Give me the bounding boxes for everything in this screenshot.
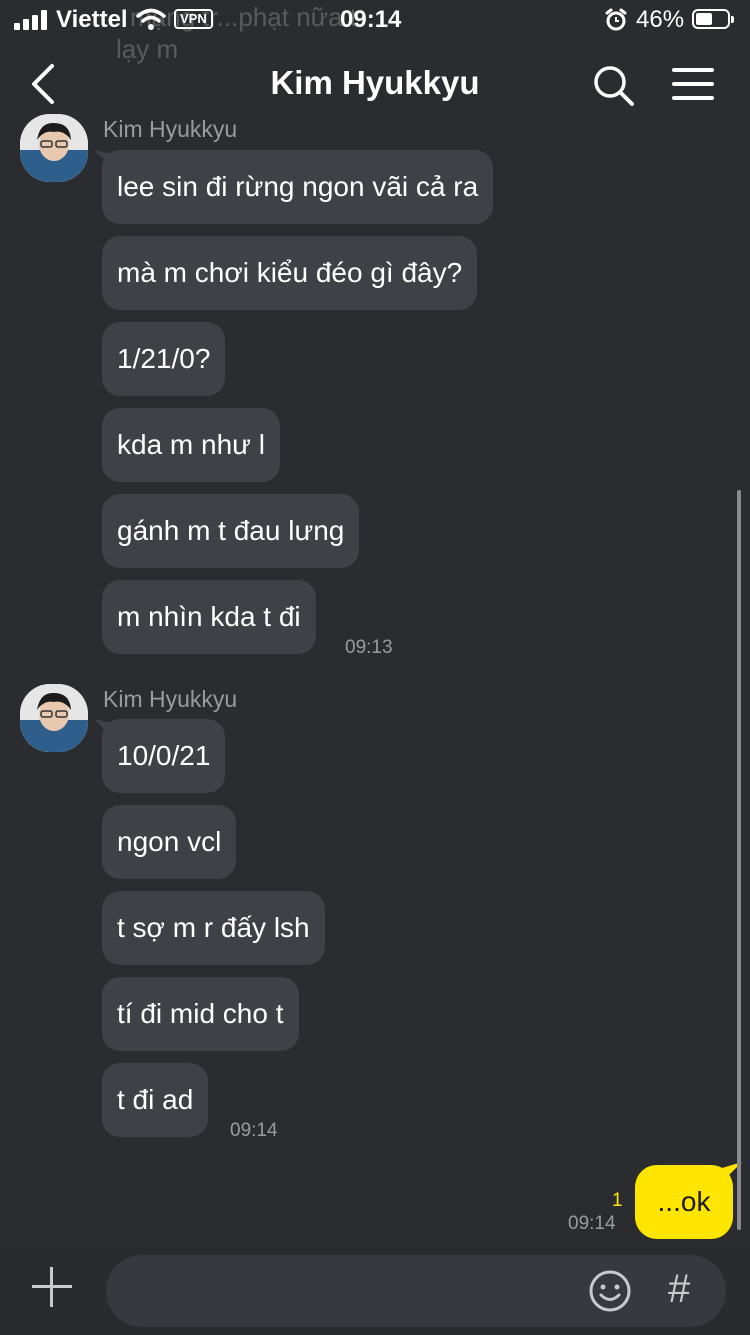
- plus-icon[interactable]: [32, 1267, 72, 1307]
- message-input[interactable]: [106, 1255, 726, 1327]
- emoji-icon[interactable]: [588, 1269, 632, 1313]
- message-bubble[interactable]: 1/21/0?: [102, 322, 226, 396]
- message-bubble[interactable]: mà m chơi kiểu đéo gì đây?: [102, 236, 478, 310]
- message-bubble[interactable]: t sợ m r đấy lsh: [102, 891, 325, 965]
- carrier-name: Viettel: [56, 6, 128, 33]
- alarm-icon: [605, 8, 627, 31]
- vpn-badge: VPN: [174, 9, 213, 29]
- message-bubble[interactable]: ngon vcl: [102, 805, 237, 879]
- search-icon[interactable]: [592, 64, 636, 108]
- avatar[interactable]: [20, 684, 88, 752]
- message-bubble[interactable]: t đi ad: [102, 1063, 209, 1137]
- unread-count: 1: [612, 1190, 623, 1211]
- hashtag-icon[interactable]: #: [668, 1267, 690, 1312]
- avatar[interactable]: [20, 114, 88, 182]
- wifi-icon: [136, 8, 166, 30]
- message-time: 09:13: [345, 637, 393, 658]
- battery-percent: 46%: [636, 6, 685, 33]
- message-bubble[interactable]: kda m như l: [102, 408, 280, 482]
- message-bubble[interactable]: 10/0/21: [102, 719, 226, 793]
- message-bubble[interactable]: gánh m t đau lưng: [102, 494, 360, 568]
- message-time: 09:14: [568, 1213, 616, 1234]
- my-message-bubble[interactable]: ...ok: [635, 1165, 733, 1239]
- chat-title: Kim Hyukkyu: [270, 64, 480, 101]
- status-time: 09:14: [340, 6, 402, 33]
- signal-icon: [14, 10, 48, 30]
- input-bar: #: [0, 1246, 750, 1335]
- message-bubble[interactable]: lee sin đi rừng ngon vãi cả ra: [102, 150, 494, 224]
- battery-icon: [692, 9, 734, 29]
- menu-icon[interactable]: [672, 68, 714, 100]
- message-bubble[interactable]: m nhìn kda t đi: [102, 580, 316, 654]
- chat-header: Kim Hyukkyu: [0, 40, 750, 124]
- scrollbar[interactable]: [737, 490, 741, 1230]
- sender-name: Kim Hyukkyu: [103, 686, 238, 712]
- message-time: 09:14: [230, 1120, 278, 1141]
- message-bubble[interactable]: tí đi mid cho t: [102, 977, 299, 1051]
- status-bar: Viettel VPN 09:14 46%: [0, 0, 750, 40]
